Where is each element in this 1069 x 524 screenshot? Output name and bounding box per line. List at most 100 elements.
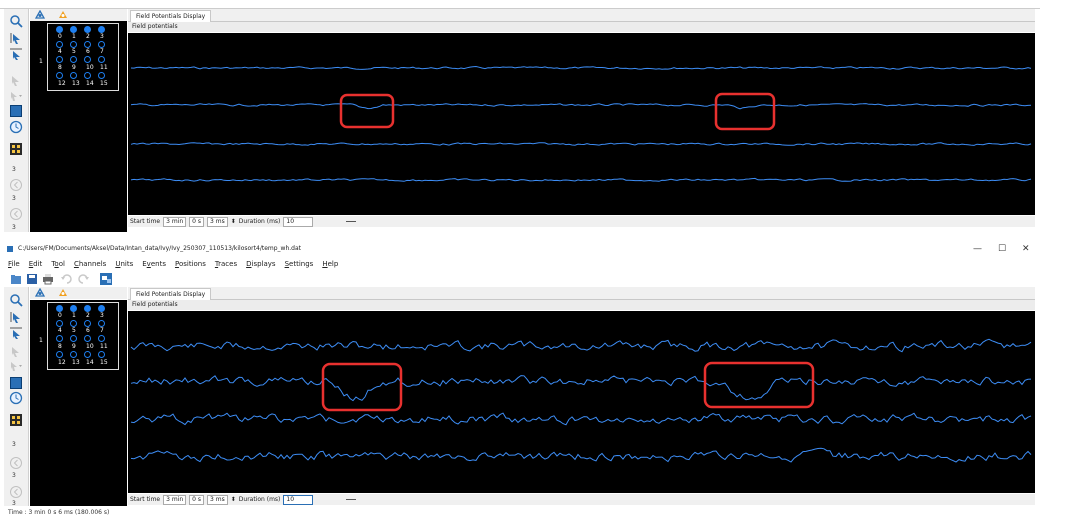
probe-icon[interactable] — [35, 10, 45, 20]
electrode-dot[interactable] — [84, 56, 91, 63]
start-min-field[interactable]: 3 min — [163, 494, 187, 505]
forward-icon[interactable] — [9, 485, 23, 499]
electrode-dot[interactable] — [84, 335, 91, 342]
menu-item-displays[interactable]: Displays — [246, 258, 275, 270]
electrode-dot[interactable] — [84, 320, 91, 327]
start-min-field[interactable]: 3 min — [163, 216, 187, 227]
probe-icon[interactable] — [35, 288, 45, 298]
electrode-dot[interactable] — [84, 26, 91, 33]
menu-item-settings[interactable]: Settings — [285, 258, 314, 270]
electrode-label: 5 — [72, 327, 76, 334]
electrode-dot[interactable] — [84, 41, 91, 48]
zoom-region-icon[interactable] — [9, 326, 23, 340]
electrode-map[interactable]: 0 1 2 3 4 5 6 7 8 9 10 11 12 13 14 15 — [47, 23, 119, 91]
electrode-dot[interactable] — [70, 305, 77, 312]
electrode-dot[interactable] — [56, 320, 63, 327]
menu-item-tool[interactable]: Tool — [51, 258, 65, 270]
menu-item-edit[interactable]: Edit — [29, 258, 43, 270]
start-s-field[interactable]: 0 s — [189, 216, 205, 227]
cluster-icon[interactable] — [58, 288, 68, 298]
electrode-dot[interactable] — [84, 351, 91, 358]
electrode-dot[interactable] — [98, 351, 105, 358]
electrode-dot[interactable] — [56, 56, 63, 63]
side-label: 3 — [12, 195, 16, 202]
duration-field[interactable]: 10 — [283, 216, 314, 227]
electrode-dot[interactable] — [56, 335, 63, 342]
start-s-field[interactable]: 0 s — [189, 494, 205, 505]
zoom-icon[interactable] — [9, 14, 23, 28]
dropdown-arrow-icon[interactable] — [9, 359, 23, 373]
electrode-dot[interactable] — [56, 351, 63, 358]
duration-label: Duration (ms) — [238, 496, 281, 503]
grid-icon[interactable] — [9, 413, 23, 427]
minimize-button[interactable]: — — [973, 241, 982, 257]
bottom-trace-plot[interactable] — [128, 311, 1035, 493]
forward-icon[interactable] — [9, 207, 23, 221]
top-trace-plot[interactable] — [128, 33, 1035, 215]
menu-item-channels[interactable]: Channels — [74, 258, 106, 270]
bottom-window: 3 3 3 1 0 1 2 3 4 5 6 7 8 9 10 11 12 13 … — [0, 287, 1040, 507]
electrode-dot[interactable] — [70, 351, 77, 358]
top-tab-bar: Field Potentials Display — [128, 9, 1035, 22]
print-icon[interactable] — [42, 273, 54, 285]
start-ms-field[interactable]: 3 ms — [207, 216, 228, 227]
slider-handle[interactable] — [346, 221, 357, 222]
electrode-dot[interactable] — [70, 320, 77, 327]
electrode-dot[interactable] — [56, 305, 63, 312]
back-icon[interactable] — [9, 456, 23, 470]
electrode-dot[interactable] — [70, 72, 77, 79]
grid-icon[interactable] — [9, 142, 23, 156]
clock-icon[interactable] — [9, 391, 23, 405]
select-arrow-icon[interactable] — [9, 31, 23, 45]
menu-item-events[interactable]: Events — [142, 258, 166, 270]
spin-arrows-icon[interactable]: ⬍ — [231, 494, 236, 505]
electrode-dot[interactable] — [56, 72, 63, 79]
electrode-label: 12 — [58, 80, 66, 87]
window-icon[interactable] — [99, 272, 113, 286]
electrode-dot[interactable] — [84, 305, 91, 312]
zoom-region-icon[interactable] — [9, 47, 23, 61]
duration-field[interactable]: 10 — [283, 494, 314, 505]
layout-icon[interactable] — [9, 104, 23, 118]
electrode-dot[interactable] — [84, 72, 91, 79]
menu-item-units[interactable]: Units — [115, 258, 133, 270]
open-folder-icon[interactable] — [10, 273, 22, 285]
select-arrow-icon[interactable] — [9, 310, 23, 324]
menu-item-help[interactable]: Help — [322, 258, 338, 270]
electrode-label: 1 — [72, 33, 76, 40]
cluster-icon[interactable] — [58, 10, 68, 20]
electrode-dot[interactable] — [98, 320, 105, 327]
spin-arrows-icon[interactable]: ⬍ — [231, 216, 236, 227]
save-icon[interactable] — [26, 273, 38, 285]
slider-handle[interactable] — [346, 499, 357, 500]
zoom-icon[interactable] — [9, 293, 23, 307]
electrode-map[interactable]: 0 1 2 3 4 5 6 7 8 9 10 11 12 13 14 15 — [47, 302, 119, 370]
undo-icon[interactable] — [60, 273, 72, 285]
electrode-dot[interactable] — [70, 56, 77, 63]
electrode-dot[interactable] — [98, 72, 105, 79]
menu-item-positions[interactable]: Positions — [175, 258, 206, 270]
electrode-dot[interactable] — [98, 335, 105, 342]
electrode-dot[interactable] — [98, 305, 105, 312]
electrode-dot[interactable] — [56, 26, 63, 33]
electrode-dot[interactable] — [56, 41, 63, 48]
close-button[interactable]: ✕ — [1022, 241, 1030, 257]
redo-icon[interactable] — [78, 273, 90, 285]
layout-icon[interactable] — [9, 376, 23, 390]
tab-field-potentials-display[interactable]: Field Potentials Display — [130, 10, 212, 22]
dropdown-arrow-icon[interactable] — [9, 89, 23, 103]
electrode-dot[interactable] — [70, 335, 77, 342]
clock-icon[interactable] — [9, 120, 23, 134]
electrode-dot[interactable] — [70, 26, 77, 33]
electrode-dot[interactable] — [98, 26, 105, 33]
electrode-dot[interactable] — [70, 41, 77, 48]
electrode-dot[interactable] — [98, 41, 105, 48]
tab-field-potentials-display[interactable]: Field Potentials Display — [130, 288, 212, 300]
side-label: 3 — [12, 441, 16, 448]
menu-item-file[interactable]: File — [8, 258, 20, 270]
back-icon[interactable] — [9, 178, 23, 192]
maximize-button[interactable]: ☐ — [998, 241, 1006, 257]
electrode-dot[interactable] — [98, 56, 105, 63]
menu-item-traces[interactable]: Traces — [215, 258, 237, 270]
start-ms-field[interactable]: 3 ms — [207, 494, 228, 505]
